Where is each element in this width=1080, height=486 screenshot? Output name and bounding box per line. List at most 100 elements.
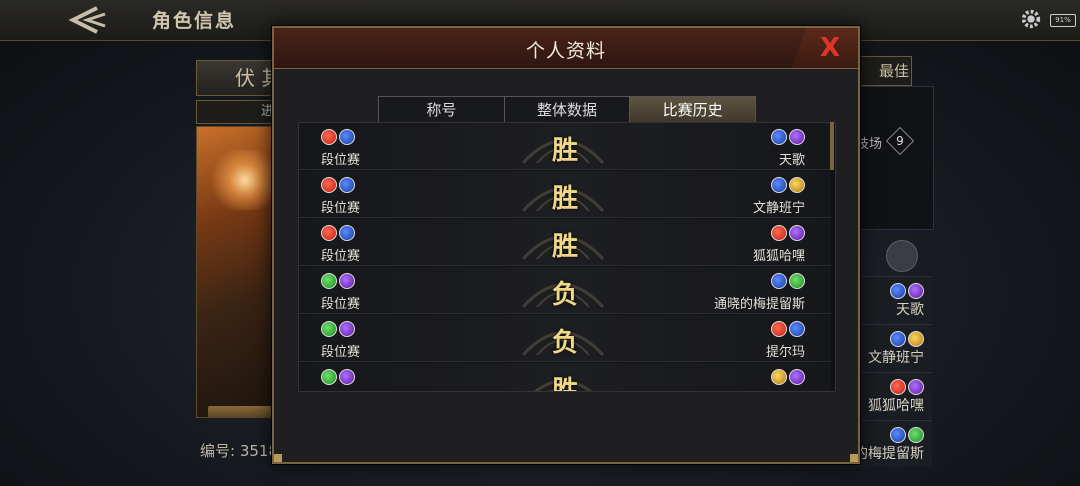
match-result: 负 <box>551 328 578 358</box>
modal-title: 个人资料 <box>525 40 606 62</box>
hero-progress-bar <box>208 406 278 418</box>
match-mode: 段位赛 <box>321 249 361 264</box>
blue-faction-icon <box>890 331 906 347</box>
match-mode: 段位赛 <box>321 345 361 360</box>
blue-faction-icon <box>339 225 355 241</box>
recent-opponent-name: 的梅提留斯 <box>854 446 924 462</box>
battery-indicator: 91% <box>1050 14 1076 27</box>
recent-opponent-item[interactable]: 狐狐哈嘿 <box>852 372 932 419</box>
player-faction-icons <box>321 177 355 193</box>
blue-faction-icon <box>339 177 355 193</box>
opponent-faction-icons <box>771 177 805 193</box>
back-button[interactable] <box>52 2 122 38</box>
modal-header: 个人资料 X <box>274 28 858 69</box>
tab-bar: 称号 整体数据 比赛历史 <box>378 96 756 128</box>
gold-faction-icon <box>771 369 787 385</box>
back-arrow-icon <box>68 6 106 34</box>
match-row[interactable]: 段位赛 胜天歌 <box>299 123 831 170</box>
corner-ornament <box>850 454 858 462</box>
gold-faction-icon <box>908 331 924 347</box>
opponent-faction-icons <box>771 369 805 385</box>
match-history-list[interactable]: 段位赛胜天歌 段位赛胜文静班宁 段位赛胜狐狐哈嘿 段位赛负通晓的梅提留斯 段位赛负提尔玛… <box>298 122 836 392</box>
match-row[interactable]: 段位赛 负通晓的梅提留斯 <box>299 267 831 314</box>
portrait-glow <box>210 150 280 210</box>
tab-titles[interactable]: 称号 <box>379 97 505 123</box>
opponent-faction-icons <box>771 225 805 241</box>
player-faction-icons <box>321 225 355 241</box>
opponent-faction-icons <box>890 427 924 443</box>
match-mode: 段位赛 <box>321 153 361 168</box>
purple-faction-icon <box>339 321 355 337</box>
blue-faction-icon <box>771 177 787 193</box>
match-row[interactable]: 段位赛 胜狐狐哈嘿 <box>299 219 831 266</box>
player-id: 编号: 3518 <box>200 442 278 460</box>
opponent-faction-icons <box>890 331 924 347</box>
blue-faction-icon <box>771 273 787 289</box>
red-faction-icon <box>890 379 906 395</box>
blue-faction-icon <box>890 427 906 443</box>
gear-icon[interactable] <box>1020 8 1042 30</box>
red-faction-icon <box>771 225 787 241</box>
opponent-faction-icons <box>890 379 924 395</box>
green-faction-icon <box>321 273 337 289</box>
purple-faction-icon <box>789 129 805 145</box>
match-row[interactable]: 段位赛 胜文静班宁 <box>299 171 831 218</box>
player-faction-icons <box>321 273 355 289</box>
purple-faction-icon <box>789 225 805 241</box>
green-faction-icon <box>321 369 337 385</box>
opponent-name: 文静班宁 <box>752 201 805 216</box>
recent-opponent-name: 天歌 <box>896 302 924 318</box>
purple-faction-icon <box>339 369 355 385</box>
scrollbar[interactable] <box>830 122 834 170</box>
best-label: 最佳 <box>852 56 912 86</box>
red-faction-icon <box>321 129 337 145</box>
close-icon: X <box>819 33 841 63</box>
right-stats-panel <box>852 86 934 230</box>
recent-opponent-name: 狐狐哈嘿 <box>868 398 924 414</box>
opponent-faction-icons <box>890 283 924 299</box>
blue-faction-icon <box>771 129 787 145</box>
player-faction-icons <box>321 369 355 385</box>
match-row[interactable]: 胜 <box>299 363 831 392</box>
gold-faction-icon <box>789 177 805 193</box>
match-row[interactable]: 段位赛 负提尔玛 <box>299 315 831 362</box>
red-faction-icon <box>321 225 337 241</box>
player-faction-icons <box>321 321 355 337</box>
profile-modal: 个人资料 X 称号 整体数据 比赛历史 段位赛胜天歌 段位赛胜文静班宁 段位赛胜狐狐… <box>272 26 860 464</box>
green-faction-icon <box>789 273 805 289</box>
green-faction-icon <box>908 427 924 443</box>
page-title: 角色信息 <box>152 10 237 32</box>
blue-faction-icon <box>339 129 355 145</box>
purple-faction-icon <box>908 283 924 299</box>
opponent-faction-icons <box>771 273 805 289</box>
opponent-name: 狐狐哈嘿 <box>752 249 805 264</box>
opponent-faction-icons <box>771 321 805 337</box>
match-mode: 段位赛 <box>321 201 361 216</box>
player-faction-icons <box>321 129 355 145</box>
eye-icon[interactable] <box>886 240 918 272</box>
match-result: 胜 <box>551 232 578 262</box>
purple-faction-icon <box>908 379 924 395</box>
red-faction-icon <box>771 321 787 337</box>
match-result: 胜 <box>551 136 578 166</box>
match-result: 胜 <box>551 376 578 392</box>
tab-overall-data[interactable]: 整体数据 <box>504 97 631 123</box>
corner-ornament <box>274 454 282 462</box>
recent-opponent-item[interactable]: 天歌 <box>852 276 932 323</box>
purple-faction-icon <box>339 273 355 289</box>
tab-match-history[interactable]: 比赛历史 <box>630 97 756 128</box>
blue-faction-icon <box>789 321 805 337</box>
opponent-name: 天歌 <box>778 153 805 168</box>
match-result: 负 <box>551 280 578 310</box>
purple-faction-icon <box>789 369 805 385</box>
arena-number: 9 <box>896 134 904 148</box>
recent-opponents-list: 天歌文静班宁狐狐哈嘿的梅提留斯 <box>852 276 934 486</box>
green-faction-icon <box>321 321 337 337</box>
opponent-name: 提尔玛 <box>765 345 805 360</box>
match-result: 胜 <box>551 184 578 214</box>
match-mode: 段位赛 <box>321 297 361 312</box>
recent-opponent-item[interactable]: 的梅提留斯 <box>852 420 932 467</box>
close-button[interactable]: X <box>792 28 858 68</box>
recent-opponent-name: 文静班宁 <box>868 350 924 366</box>
recent-opponent-item[interactable]: 文静班宁 <box>852 324 932 371</box>
